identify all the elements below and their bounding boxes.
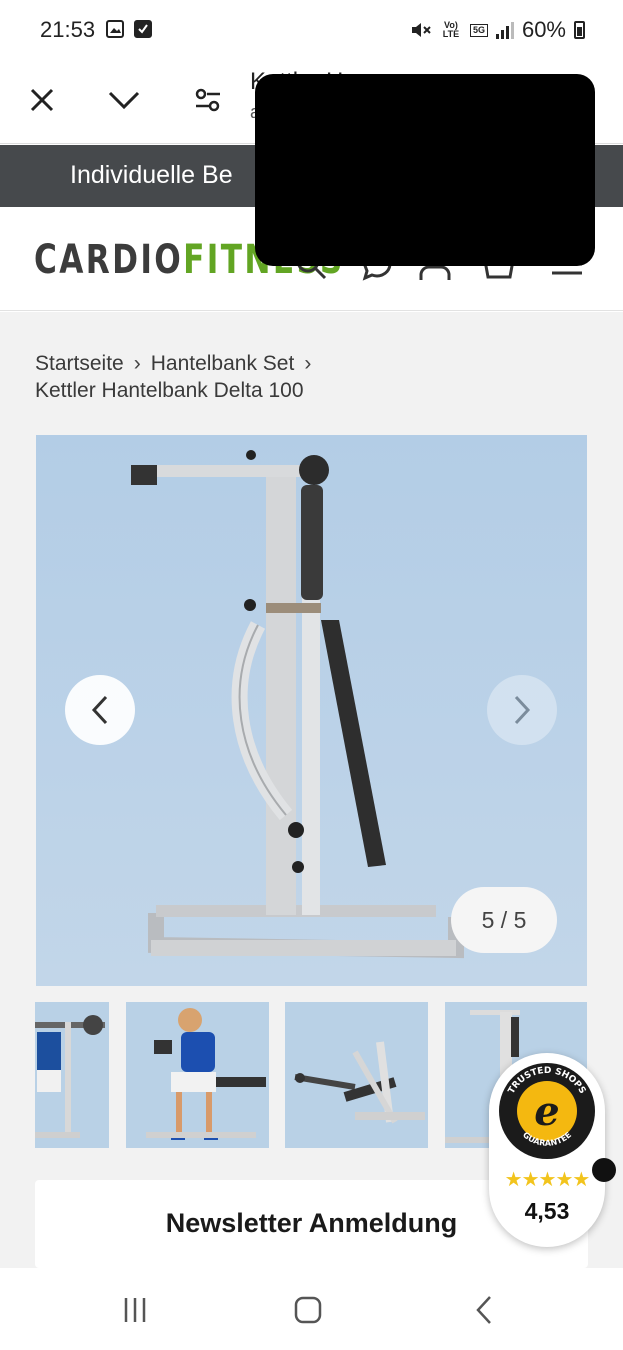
- breadcrumb-current: Kettler Hantelbank Delta 100: [35, 379, 304, 402]
- svg-text:e: e: [534, 1088, 559, 1135]
- breadcrumb-link-startseite[interactable]: Startseite: [35, 352, 124, 375]
- rating-stars: ★★★★★: [504, 1169, 591, 1191]
- battery-percent: 60%: [521, 17, 566, 42]
- android-navigation-bar: [0, 1268, 623, 1350]
- home-icon[interactable]: [288, 1290, 328, 1330]
- chevron-right-icon: ›: [133, 352, 141, 375]
- recent-apps-icon[interactable]: [115, 1290, 155, 1330]
- rating-score: 4,53: [524, 1198, 570, 1224]
- status-notification-icons: [106, 20, 152, 38]
- site-settings-icon[interactable]: [186, 78, 230, 122]
- badge-close-button[interactable]: [592, 1158, 616, 1182]
- gallery-notification-icon: [106, 20, 124, 38]
- close-icon[interactable]: [20, 78, 64, 122]
- gallery-next-button[interactable]: [487, 675, 557, 745]
- checkbox-notification-icon: [134, 20, 152, 38]
- status-bar: 21:53 Vo) LTE 5G 60%: [0, 0, 623, 60]
- status-system-icons: Vo) LTE 5G 60%: [410, 17, 585, 43]
- breadcrumb: Startseite › Hantelbank Set › Kettler Hante…: [35, 350, 321, 404]
- chevron-right-icon: [514, 695, 531, 725]
- status-time: 21:53: [40, 17, 96, 42]
- gallery-prev-button[interactable]: [65, 675, 135, 745]
- trusted-shops-seal-icon: e TRUSTED SHOPS GUARANTEE: [499, 1063, 595, 1159]
- redaction-overlay: [255, 74, 595, 266]
- volte-icon: Vo) LTE: [442, 20, 460, 39]
- promo-text: Individuelle Be: [70, 161, 233, 189]
- battery-icon: [574, 21, 585, 39]
- 5g-icon: 5G: [469, 23, 488, 37]
- chevron-down-icon[interactable]: [102, 78, 146, 122]
- back-icon[interactable]: [464, 1290, 504, 1330]
- gallery-counter: 5 / 5: [451, 887, 557, 953]
- product-image-gallery[interactable]: 5 / 5: [36, 435, 587, 986]
- chevron-right-icon: ›: [304, 352, 312, 375]
- signal-icon: [495, 21, 514, 39]
- thumbnail-1[interactable]: [35, 1002, 109, 1148]
- trusted-shops-badge[interactable]: e TRUSTED SHOPS GUARANTEE ★★★★★ 4,53: [489, 1053, 605, 1247]
- thumbnail-3[interactable]: [285, 1002, 428, 1148]
- thumbnail-2[interactable]: [126, 1002, 269, 1148]
- chevron-left-icon: [91, 695, 108, 725]
- breadcrumb-link-hantelbank-set[interactable]: Hantelbank Set: [151, 352, 295, 375]
- mute-icon: [411, 23, 431, 37]
